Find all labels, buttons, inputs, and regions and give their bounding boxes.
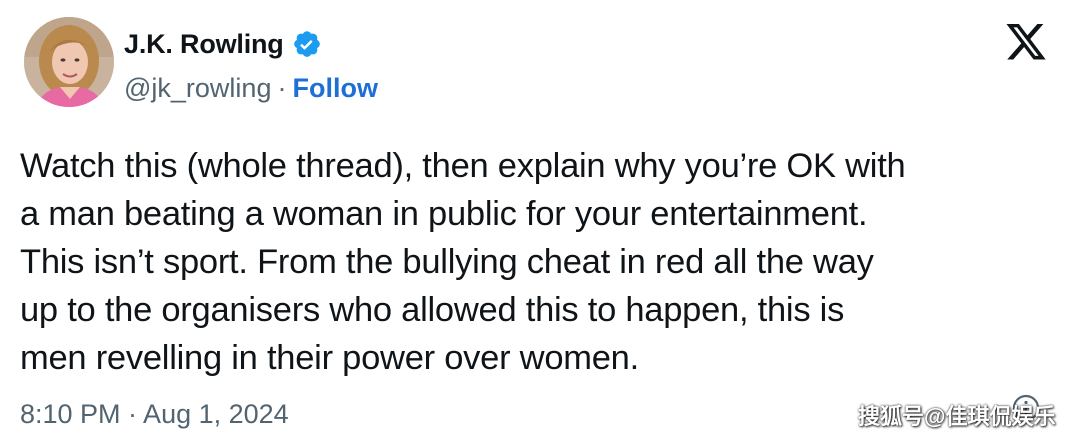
author-name-row[interactable]: J.K. Rowling [124, 28, 322, 60]
avatar[interactable] [24, 17, 114, 107]
verified-badge-icon[interactable] [292, 29, 322, 59]
watermark-text: 搜狐号@佳琪侃娱乐 [858, 404, 1056, 429]
author-name[interactable]: J.K. Rowling [124, 28, 284, 60]
handle-row: @jk_rowling · Follow [124, 71, 378, 105]
follow-button[interactable]: Follow [292, 73, 377, 103]
separator-dot: · [277, 73, 287, 103]
x-logo-icon[interactable] [1004, 24, 1048, 64]
tweet-text: Watch this (whole thread), then explain … [20, 147, 906, 377]
tweet-card: J.K. Rowling @jk_rowling · Follow Watch th… [0, 0, 1076, 444]
tweet-timestamp[interactable]: 8:10 PM · Aug 1, 2024 [20, 397, 289, 431]
author-handle[interactable]: @jk_rowling [124, 73, 271, 103]
